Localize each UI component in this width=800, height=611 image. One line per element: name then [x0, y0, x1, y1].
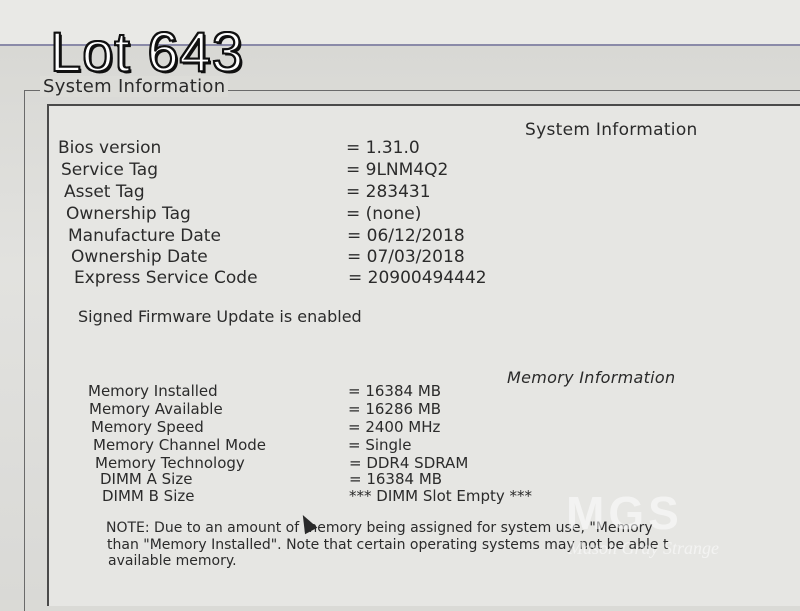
memory-information-heading: Memory Information [507, 368, 676, 387]
info-value: = 283431 [346, 182, 431, 202]
memory-value: = 16384 MB [349, 470, 443, 488]
memory-value: *** DIMM Slot Empty *** [349, 487, 533, 505]
memory-label: DIMM B Size [102, 487, 195, 505]
info-value: = 20900494442 [348, 268, 487, 288]
watermark-letters: MGS [566, 487, 683, 539]
memory-note-line: available memory. [108, 553, 237, 569]
memory-label: Memory Speed [91, 418, 204, 436]
info-value: = 9LNM4Q2 [346, 160, 449, 180]
info-label: Bios version [58, 138, 162, 158]
memory-label: Memory Available [89, 400, 223, 418]
memory-label: DIMM A Size [100, 470, 193, 488]
info-value: = 1.31.0 [346, 138, 420, 158]
memory-value: = 16286 MB [348, 400, 442, 418]
lot-number-overlay: Lot 643 [49, 19, 244, 84]
info-label: Ownership Tag [66, 204, 191, 224]
watermark-subtitle: Mason Gray Strange [568, 538, 719, 558]
info-value: = 07/03/2018 [347, 247, 465, 267]
memory-value: = Single [348, 436, 412, 454]
memory-value: = 16384 MB [348, 382, 442, 400]
memory-value: = 2400 MHz [348, 418, 441, 436]
info-label: Manufacture Date [68, 226, 221, 246]
firmware-update-status: Signed Firmware Update is enabled [78, 307, 362, 326]
watermark-logo: MGS Mason Gray Strange [560, 486, 760, 566]
memory-label: Memory Installed [88, 382, 218, 400]
bios-screen: System Information System Information Bi… [0, 0, 800, 611]
info-label: Service Tag [61, 160, 159, 180]
info-label: Ownership Date [71, 247, 208, 267]
info-label: Express Service Code [74, 268, 258, 288]
info-label: Asset Tag [64, 182, 145, 202]
memory-label: Memory Channel Mode [93, 436, 266, 454]
info-value: = (none) [346, 204, 422, 224]
system-information-heading: System Information [525, 120, 698, 140]
info-value: = 06/12/2018 [347, 226, 465, 246]
